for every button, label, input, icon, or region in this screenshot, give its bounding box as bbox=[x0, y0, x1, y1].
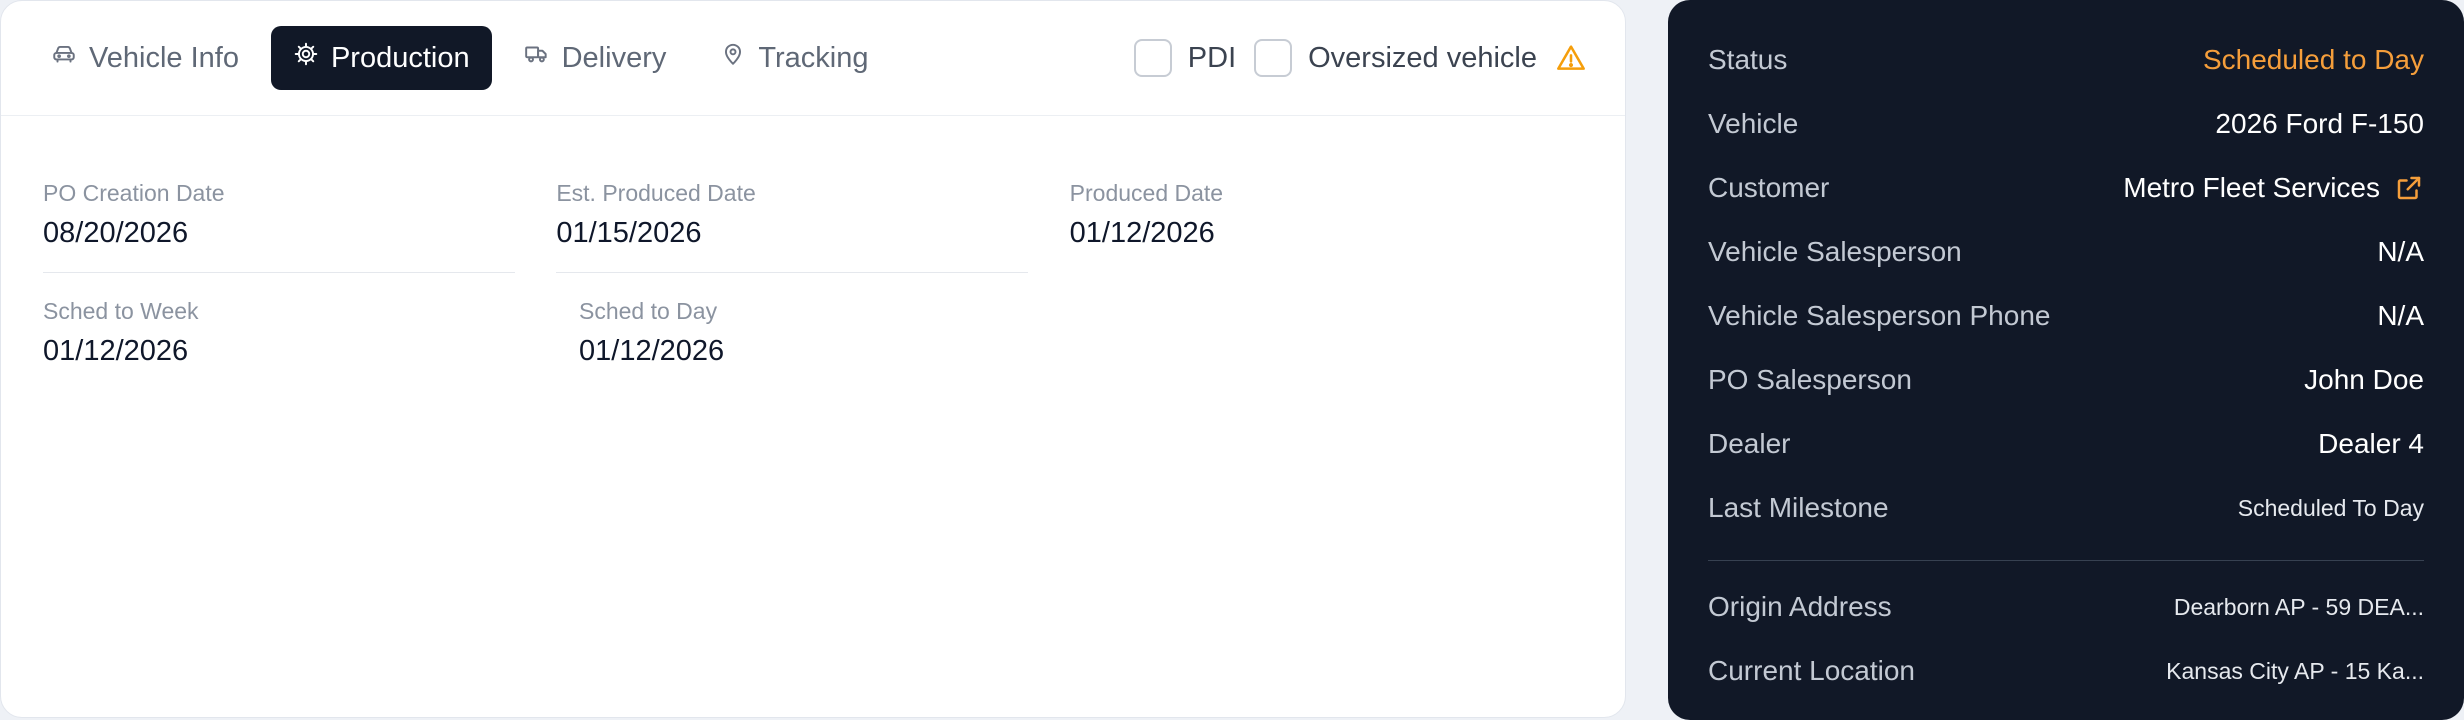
panel-divider bbox=[1708, 560, 2424, 561]
row-value: N/A bbox=[2377, 236, 2424, 267]
tab-label: Tracking bbox=[758, 41, 869, 74]
tab-label: Delivery bbox=[561, 41, 667, 74]
po-salesperson-row: PO Salesperson John Doe bbox=[1708, 348, 2424, 412]
est-produced-date-field: Est. Produced Date 01/15/2026 bbox=[556, 177, 1069, 295]
field-value: 01/12/2026 bbox=[579, 335, 725, 367]
row-key: PO Salesperson bbox=[1708, 364, 1912, 395]
field-label: Sched to Day bbox=[579, 298, 718, 324]
tab-vehicle-info[interactable]: Vehicle Info bbox=[29, 26, 261, 90]
tab-options: PDI Oversized vehicle bbox=[1133, 1, 1587, 115]
gear-icon bbox=[293, 41, 319, 75]
external-link-icon[interactable] bbox=[2394, 173, 2424, 203]
oversized-checkbox[interactable] bbox=[1254, 39, 1293, 77]
field-label: Sched to Week bbox=[43, 298, 199, 324]
map-pin-icon bbox=[720, 41, 746, 75]
pdi-checkbox[interactable] bbox=[1133, 39, 1172, 77]
field-value: 01/12/2026 bbox=[43, 335, 189, 367]
field-label: Est. Produced Date bbox=[556, 180, 756, 206]
row-key: Vehicle Salesperson Phone bbox=[1708, 300, 2051, 331]
fields-row: PO Creation Date 08/20/2026 Est. Produce… bbox=[43, 177, 1583, 295]
tab-bar: Vehicle Info Production Delivery Trackin… bbox=[1, 1, 1625, 116]
fields-row: Sched to Week 01/12/2026 Sched to Day 01… bbox=[43, 295, 1583, 413]
tab-tracking[interactable]: Tracking bbox=[698, 26, 890, 90]
tab-production[interactable]: Production bbox=[270, 26, 492, 90]
customer-value: Metro Fleet Services bbox=[2123, 172, 2424, 204]
row-value: 2026 Ford F-150 bbox=[2215, 108, 2424, 139]
car-icon bbox=[51, 41, 77, 75]
field-value: 01/15/2026 bbox=[556, 217, 702, 249]
truck-icon bbox=[524, 41, 550, 75]
vehicle-salesperson-phone-row: Vehicle Salesperson Phone N/A bbox=[1708, 284, 2424, 348]
row-value: Dealer 4 bbox=[2318, 428, 2424, 459]
vehicle-salesperson-row: Vehicle Salesperson N/A bbox=[1708, 220, 2424, 284]
status-value: Scheduled to Day bbox=[2202, 44, 2424, 75]
row-value: Dearborn AP - 59 DEA... bbox=[2173, 593, 2424, 620]
origin-address-row: Origin Address Dearborn AP - 59 DEA... bbox=[1708, 575, 2424, 639]
field-value: 01/12/2026 bbox=[1069, 217, 1215, 249]
field-value: 08/20/2026 bbox=[43, 217, 189, 249]
field-label: Produced Date bbox=[1069, 180, 1224, 206]
dealer-row: Dealer Dealer 4 bbox=[1708, 412, 2424, 476]
last-milestone-row: Last Milestone Scheduled To Day bbox=[1708, 476, 2424, 540]
production-card: Vehicle Info Production Delivery Trackin… bbox=[0, 0, 1626, 718]
customer-name: Metro Fleet Services bbox=[2123, 172, 2380, 203]
status-row: Status Scheduled to Day bbox=[1708, 28, 2424, 92]
row-key: Customer bbox=[1708, 172, 1830, 203]
sched-to-day-field: Sched to Day 01/12/2026 bbox=[579, 295, 1115, 413]
row-key: Current Location bbox=[1708, 655, 1916, 686]
field-label: PO Creation Date bbox=[43, 180, 225, 206]
warning-icon bbox=[1555, 42, 1587, 74]
sched-to-week-field: Sched to Week 01/12/2026 bbox=[43, 295, 579, 413]
row-key: Last Milestone bbox=[1708, 492, 1889, 523]
tab-delivery[interactable]: Delivery bbox=[502, 26, 689, 90]
tab-label: Vehicle Info bbox=[89, 41, 239, 74]
current-location-row: Current Location Kansas City AP - 15 Ka.… bbox=[1708, 639, 2424, 703]
customer-row: Customer Metro Fleet Services bbox=[1708, 156, 2424, 220]
row-key: Vehicle bbox=[1708, 108, 1799, 139]
row-key: Status bbox=[1708, 44, 1788, 75]
row-key: Vehicle Salesperson bbox=[1708, 236, 1962, 267]
row-key: Origin Address bbox=[1708, 591, 1892, 622]
oversized-label: Oversized vehicle bbox=[1308, 41, 1537, 74]
row-value: Scheduled To Day bbox=[2237, 494, 2424, 521]
row-value: John Doe bbox=[2304, 364, 2424, 395]
row-value: Kansas City AP - 15 Ka... bbox=[2166, 657, 2424, 684]
summary-panel: Status Scheduled to Day Vehicle 2026 For… bbox=[1668, 0, 2464, 720]
po-creation-date-field: PO Creation Date 08/20/2026 bbox=[43, 177, 556, 295]
tab-label: Production bbox=[330, 41, 470, 74]
row-value: N/A bbox=[2377, 300, 2424, 331]
production-fields: PO Creation Date 08/20/2026 Est. Produce… bbox=[43, 177, 1583, 413]
pdi-label: PDI bbox=[1187, 41, 1237, 74]
produced-date-field: Produced Date 01/12/2026 bbox=[1070, 177, 1583, 295]
row-key: Dealer bbox=[1708, 428, 1791, 459]
vehicle-row: Vehicle 2026 Ford F-150 bbox=[1708, 92, 2424, 156]
